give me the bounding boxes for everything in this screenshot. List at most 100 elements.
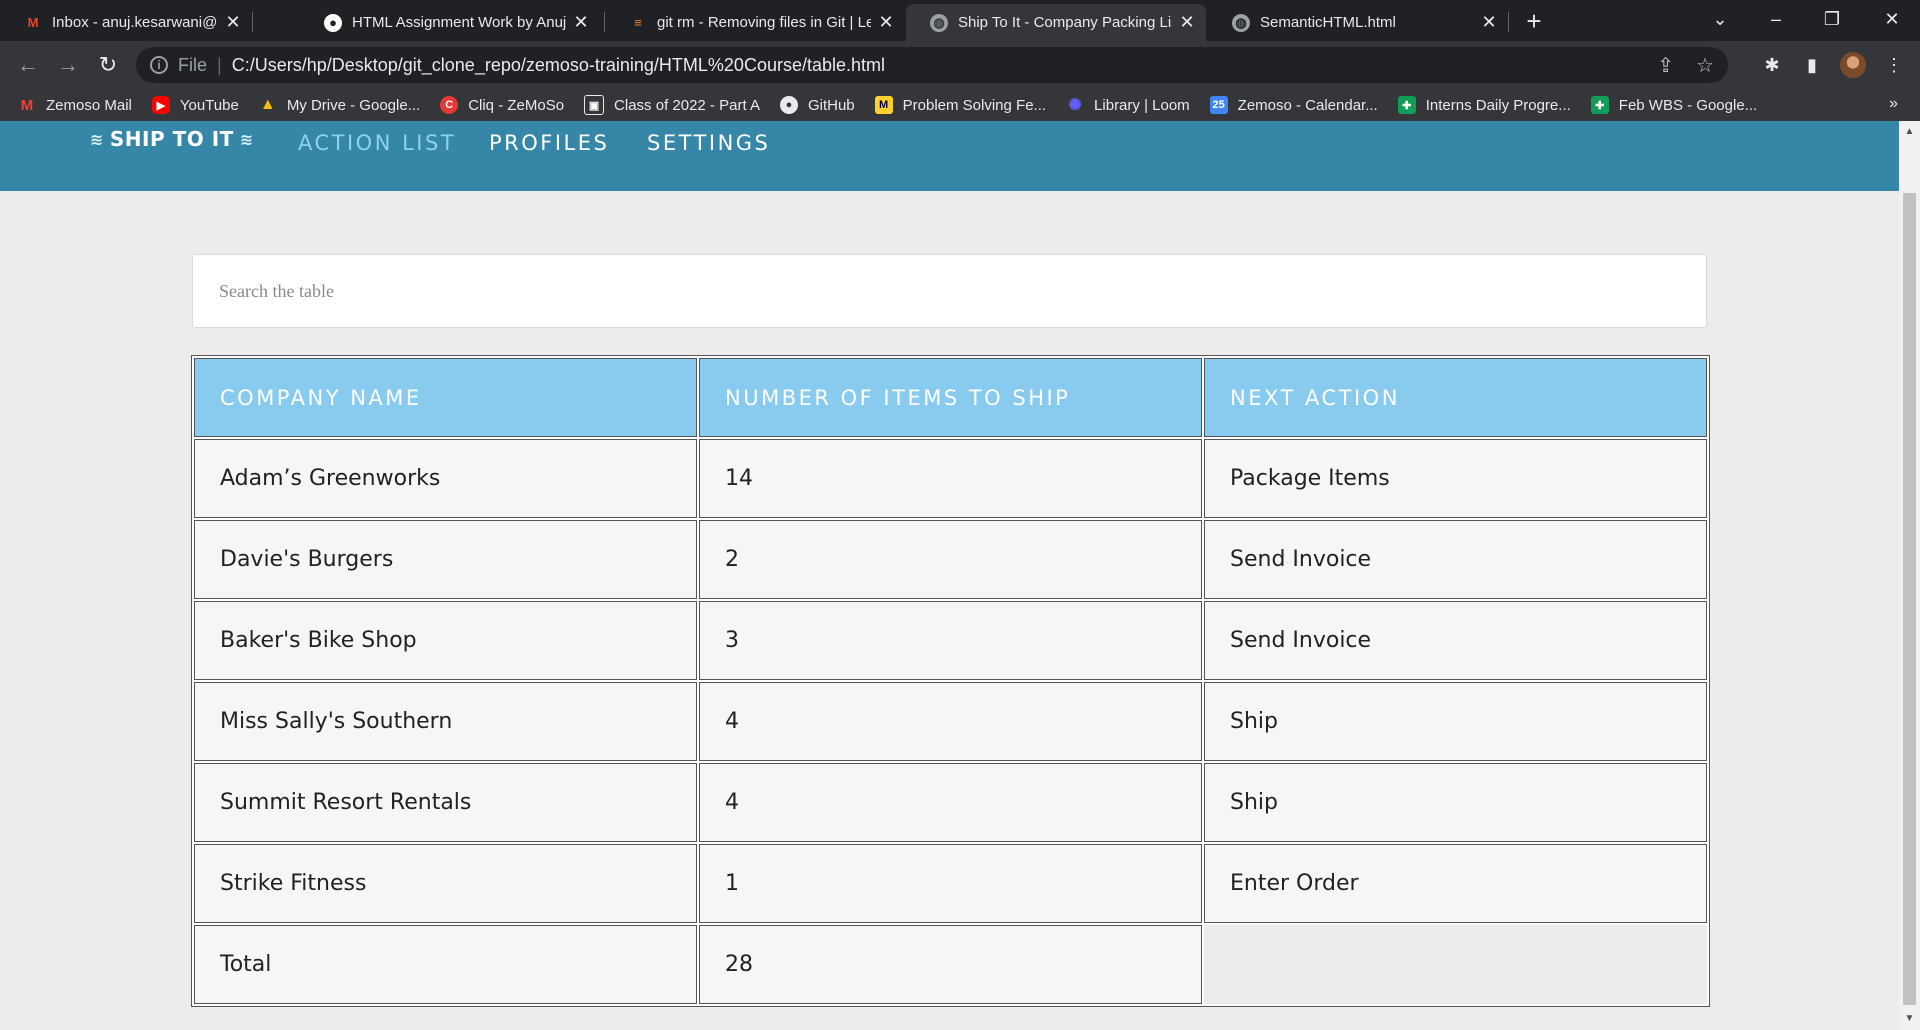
minimize-button[interactable]: – xyxy=(1748,0,1804,41)
bookmark-item[interactable]: ✺ Library | Loom xyxy=(1066,96,1189,115)
divider: | xyxy=(217,54,222,75)
close-tab-icon[interactable]: ✕ xyxy=(572,12,590,33)
company-cell: Miss Sally's Southern xyxy=(194,682,697,761)
items-cell: 3 xyxy=(699,601,1202,680)
company-cell: Strike Fitness xyxy=(194,844,697,923)
items-cell: 4 xyxy=(699,682,1202,761)
bookmark-item[interactable]: 25 Zemoso - Calendar... xyxy=(1209,96,1378,114)
globe-icon: ◍ xyxy=(930,13,948,32)
gmail-icon: M xyxy=(27,15,39,30)
bookmark-star-icon[interactable]: ☆ xyxy=(1696,53,1714,78)
close-tab-icon[interactable]: ✕ xyxy=(877,12,895,33)
tab-search-icon[interactable]: ⌄ xyxy=(1692,0,1748,41)
tab-title: HTML Assignment Work by Anuj xyxy=(352,14,566,31)
extensions-icon[interactable]: ✱ xyxy=(1758,51,1786,79)
globe-icon: ◍ xyxy=(1232,13,1250,32)
scrollbar-thumb[interactable] xyxy=(1903,193,1916,1005)
action-cell: Send Invoice xyxy=(1204,520,1707,599)
browser-tab-strip: M Inbox - anuj.kesarwani@zemosol ✕ ● HTM… xyxy=(0,0,1920,41)
browser-tab[interactable]: ● HTML Assignment Work by Anuj ✕ xyxy=(300,4,600,41)
action-cell: Enter Order xyxy=(1204,844,1707,923)
logo-text: SHIP TO IT xyxy=(109,127,234,151)
bookmark-item[interactable]: C Cliq - ZeMoSo xyxy=(440,96,564,114)
reload-icon[interactable]: ↻ xyxy=(92,49,124,81)
url-scheme-label: File xyxy=(178,54,208,75)
action-cell: Ship xyxy=(1204,682,1707,761)
site-header: ≋ SHIP TO IT ≋ ACTION LIST PROFILES SETT… xyxy=(0,121,1899,191)
address-bar[interactable]: i File | C:/Users/hp/Desktop/git_clone_r… xyxy=(136,47,1728,83)
github-icon: ● xyxy=(779,96,798,114)
nav-action-list[interactable]: ACTION LIST xyxy=(298,131,456,155)
action-cell: Package Items xyxy=(1204,439,1707,518)
menu-icon[interactable]: ⋮ xyxy=(1880,51,1908,79)
table-row: Summit Resort Rentals 4 Ship xyxy=(194,763,1707,842)
items-cell: 14 xyxy=(699,439,1202,518)
close-tab-icon[interactable]: ✕ xyxy=(1480,12,1498,33)
stack-overflow-icon: ≡ xyxy=(634,15,642,30)
page-scrollbar[interactable]: ▲ ▼ xyxy=(1899,121,1920,1030)
wing-icon: ≋ xyxy=(90,129,104,149)
back-icon[interactable]: ← xyxy=(12,49,44,81)
bookmark-item[interactable]: ✚ Feb WBS - Google... xyxy=(1590,96,1757,114)
items-cell: 1 xyxy=(699,844,1202,923)
scroll-up-icon[interactable]: ▲ xyxy=(1899,123,1920,141)
browser-tab-active[interactable]: ◍ Ship To It - Company Packing List ✕ xyxy=(906,4,1206,41)
sheets-icon: ✚ xyxy=(1590,96,1609,114)
browser-toolbar: ← → ↻ i File | C:/Users/hp/Desktop/git_c… xyxy=(0,41,1920,89)
bookmark-item[interactable]: M Problem Solving Fe... xyxy=(874,96,1046,114)
bookmarks-bar: M Zemoso Mail ▶ YouTube ▲ My Drive - Google… xyxy=(0,89,1920,121)
total-value-cell: 28 xyxy=(699,925,1202,1004)
bookmark-item[interactable]: M Zemoso Mail xyxy=(18,96,132,114)
url-text[interactable]: C:/Users/hp/Desktop/git_clone_repo/zemos… xyxy=(232,55,885,76)
drive-icon: ▲ xyxy=(259,96,276,113)
restore-button[interactable]: ❐ xyxy=(1804,0,1860,41)
tab-title: Ship To It - Company Packing List xyxy=(958,14,1172,31)
tab-title: SemanticHTML.html xyxy=(1260,14,1396,31)
table-footer-row: Total 28 xyxy=(194,925,1707,1004)
items-cell: 2 xyxy=(699,520,1202,599)
share-icon[interactable]: ⇪ xyxy=(1657,53,1674,78)
new-tab-button[interactable]: + xyxy=(1520,7,1548,35)
search-input[interactable] xyxy=(192,254,1707,328)
tab-title: Inbox - anuj.kesarwani@zemosol xyxy=(52,14,218,31)
items-cell: 4 xyxy=(699,763,1202,842)
company-cell: Baker's Bike Shop xyxy=(194,601,697,680)
github-icon: ● xyxy=(324,13,342,32)
close-tab-icon[interactable]: ✕ xyxy=(1178,12,1196,33)
column-header: NUMBER OF ITEMS TO SHIP xyxy=(699,358,1202,437)
profile-avatar[interactable] xyxy=(1840,52,1866,78)
table-row: Baker's Bike Shop 3 Send Invoice xyxy=(194,601,1707,680)
bookmark-item[interactable]: ▶ YouTube xyxy=(151,96,239,114)
bookmark-item[interactable]: ✚ Interns Daily Progre... xyxy=(1397,96,1571,114)
browser-tab[interactable]: ◍ SemanticHTML.html ✕ xyxy=(1208,4,1508,41)
nav-settings[interactable]: SETTINGS xyxy=(647,131,770,155)
table-row: Davie's Burgers 2 Send Invoice xyxy=(194,520,1707,599)
total-label-cell: Total xyxy=(194,925,697,1004)
action-cell: Ship xyxy=(1204,763,1707,842)
empty-cell xyxy=(1204,925,1707,1004)
table-row: Adam’s Greenworks 14 Package Items xyxy=(194,439,1707,518)
loom-icon: ✺ xyxy=(1068,97,1082,114)
scroll-down-icon[interactable]: ▼ xyxy=(1899,1010,1920,1028)
forward-icon[interactable]: → xyxy=(52,49,84,81)
miro-icon: M xyxy=(874,96,893,114)
sheets-icon: ✚ xyxy=(1397,96,1416,114)
close-window-button[interactable]: ✕ xyxy=(1864,0,1920,41)
info-icon[interactable]: i xyxy=(150,56,168,74)
bookmark-item[interactable]: ▣ Class of 2022 - Part A xyxy=(584,95,760,115)
side-panel-icon[interactable]: ▮ xyxy=(1798,51,1826,79)
table-row: Strike Fitness 1 Enter Order xyxy=(194,844,1707,923)
column-header: NEXT ACTION xyxy=(1204,358,1707,437)
browser-tab[interactable]: M Inbox - anuj.kesarwani@zemosol ✕ xyxy=(0,4,252,41)
packing-table: COMPANY NAME NUMBER OF ITEMS TO SHIP NEX… xyxy=(191,355,1710,1007)
table-header-row: COMPANY NAME NUMBER OF ITEMS TO SHIP NEX… xyxy=(194,358,1707,437)
close-tab-icon[interactable]: ✕ xyxy=(224,12,242,33)
nav-profiles[interactable]: PROFILES xyxy=(489,131,609,155)
site-logo[interactable]: ≋ SHIP TO IT ≋ xyxy=(84,127,260,151)
bookmark-item[interactable]: ● GitHub xyxy=(779,96,855,114)
browser-tab[interactable]: ≡ git rm - Removing files in Git | Le ✕ xyxy=(605,4,905,41)
bookmarks-overflow-button[interactable]: » xyxy=(1889,95,1898,113)
bookmark-item[interactable]: ▲ My Drive - Google... xyxy=(259,96,420,114)
table-row: Miss Sally's Southern 4 Ship xyxy=(194,682,1707,761)
page-viewport: ≋ SHIP TO IT ≋ ACTION LIST PROFILES SETT… xyxy=(0,121,1899,1030)
